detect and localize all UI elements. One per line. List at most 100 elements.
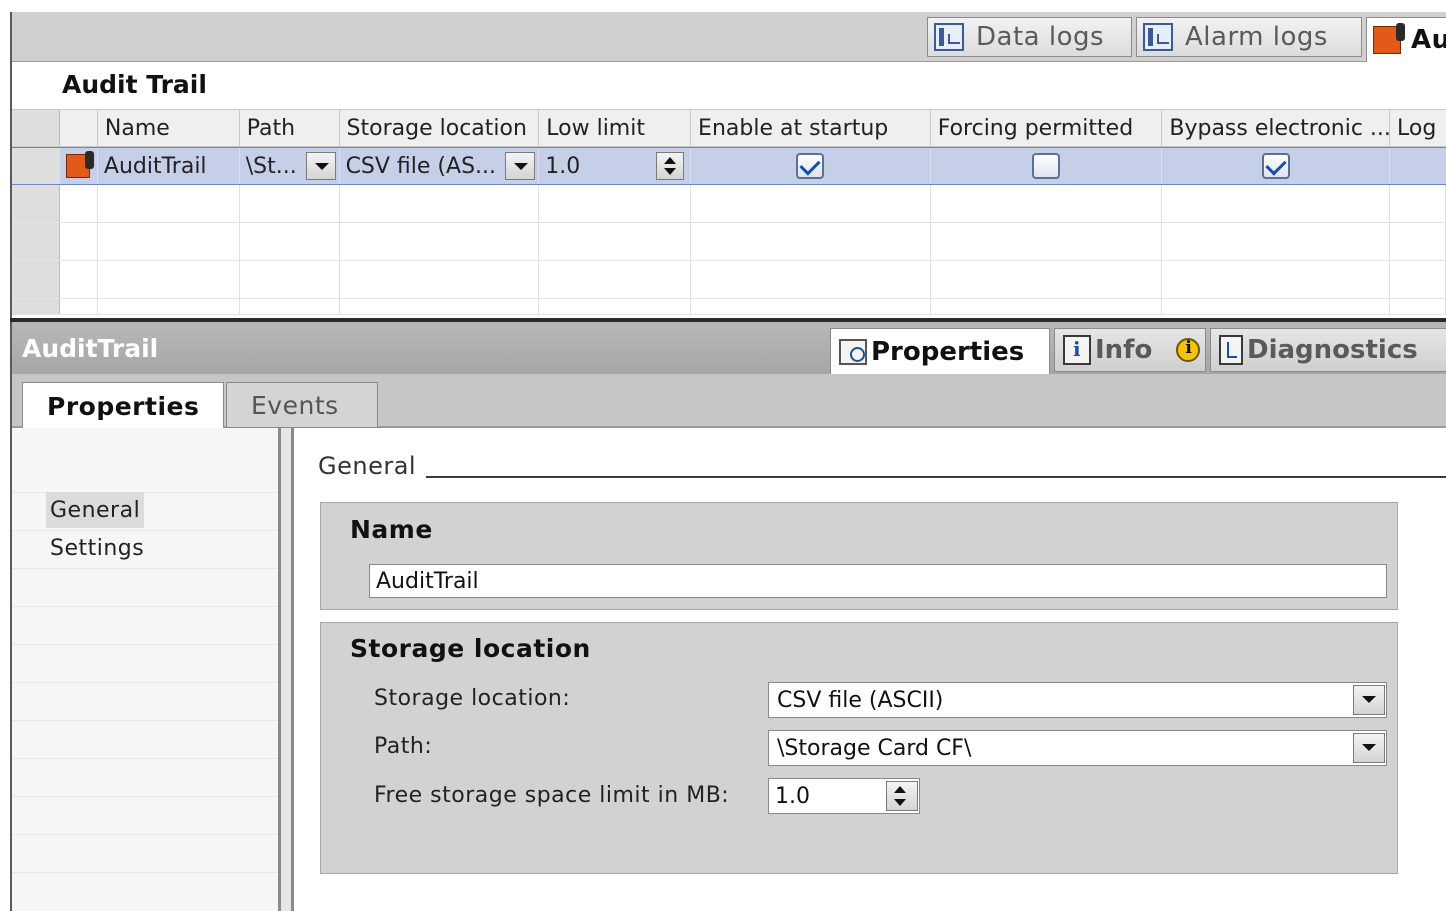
inspector-subtab-bar: Properties Events xyxy=(12,374,1446,430)
column-header-log[interactable]: Log xyxy=(1390,110,1446,146)
enable-at-startup-checkbox[interactable] xyxy=(796,153,825,179)
cell-bypass-electronic xyxy=(1162,148,1391,184)
tab-inspector-properties-label: Properties xyxy=(871,336,1025,367)
cell-forcing-permitted xyxy=(931,148,1163,184)
empty-cell xyxy=(60,299,98,314)
table-row-empty[interactable] xyxy=(12,185,1446,223)
nav-divider xyxy=(12,720,278,721)
empty-cell xyxy=(931,185,1163,222)
cell-name[interactable]: AuditTrail xyxy=(98,148,240,184)
empty-cell xyxy=(340,299,540,314)
row-header-corner[interactable] xyxy=(12,110,60,146)
table-row-empty[interactable] xyxy=(12,299,1446,315)
alarm-log-icon xyxy=(1143,23,1173,51)
cell-low-limit[interactable]: 1.0 xyxy=(539,148,692,184)
path-dropdown-button[interactable] xyxy=(305,152,336,180)
empty-cell xyxy=(1162,185,1391,222)
tab-inspector-diagnostics-label: Diagnostics xyxy=(1247,335,1418,365)
empty-cell xyxy=(1162,223,1391,260)
empty-cell xyxy=(539,223,692,260)
cell-path[interactable]: \St... xyxy=(240,148,340,184)
audit-trail-icon xyxy=(1373,23,1405,54)
free-space-stepper[interactable]: 1.0 xyxy=(768,778,920,814)
cell-storage-location-value: CSV file (AS... xyxy=(345,153,497,179)
empty-cell xyxy=(931,261,1163,298)
empty-cell xyxy=(240,185,340,222)
empty-cell xyxy=(240,223,340,260)
nav-divider xyxy=(12,796,278,797)
properties-icon xyxy=(839,338,867,365)
cell-log[interactable] xyxy=(1390,148,1446,184)
nav-splitter[interactable] xyxy=(278,428,294,911)
tab-audit-trail-label: Au xyxy=(1411,25,1446,55)
column-header-enable-at-startup[interactable]: Enable at startup xyxy=(691,110,931,146)
table-row[interactable]: AuditTrail \St... CSV file (AS... 1.0 xyxy=(12,147,1446,185)
cell-path-value: \St... xyxy=(245,153,297,179)
tab-inspector-info[interactable]: Info xyxy=(1054,328,1206,372)
empty-cell xyxy=(931,223,1163,260)
column-header-name[interactable]: Name xyxy=(98,110,240,146)
audit-trail-icon xyxy=(65,151,94,178)
empty-cell xyxy=(1390,185,1446,222)
cell-storage-location[interactable]: CSV file (AS... xyxy=(340,148,540,184)
subtab-properties[interactable]: Properties xyxy=(22,382,224,430)
name-field[interactable]: AuditTrail xyxy=(369,564,1387,598)
tab-data-logs[interactable]: Data logs xyxy=(927,17,1132,57)
name-group-title: Name xyxy=(350,515,433,544)
row-header[interactable] xyxy=(12,148,60,184)
path-select[interactable]: \Storage Card CF\ xyxy=(768,730,1387,766)
nav-divider xyxy=(12,758,278,759)
property-nav: General Settings xyxy=(12,428,278,911)
row-icon-cell xyxy=(60,148,98,184)
empty-cell xyxy=(931,299,1163,314)
table-row-empty[interactable] xyxy=(12,261,1446,299)
row-header[interactable] xyxy=(12,223,60,260)
column-header-path[interactable]: Path xyxy=(240,110,340,146)
empty-cell xyxy=(98,299,240,314)
storage-location-select[interactable]: CSV file (ASCII) xyxy=(768,682,1387,718)
column-header-storage-location[interactable]: Storage location xyxy=(340,110,540,146)
row-header[interactable] xyxy=(12,185,60,222)
nav-divider xyxy=(12,568,278,569)
stepper-arrows-icon[interactable] xyxy=(886,781,918,811)
inspector-window: AuditTrail Properties Info Diagnostics P… xyxy=(10,322,1446,911)
low-limit-spinner[interactable] xyxy=(656,152,685,180)
nav-divider xyxy=(12,872,278,873)
audit-trail-editor: Data logs Alarm logs Au Audit Trail Name… xyxy=(10,12,1446,318)
section-rule xyxy=(426,476,1446,478)
column-header-low-limit[interactable]: Low limit xyxy=(539,110,692,146)
empty-cell xyxy=(539,299,692,314)
empty-cell xyxy=(691,185,931,222)
storage-location-value: CSV file (ASCII) xyxy=(777,687,944,713)
storage-location-group: Storage location Storage location: CSV f… xyxy=(320,622,1398,874)
empty-cell xyxy=(691,223,931,260)
tab-audit-trail[interactable]: Au xyxy=(1366,17,1446,62)
empty-cell xyxy=(1390,299,1446,314)
column-header-forcing-permitted[interactable]: Forcing permitted xyxy=(931,110,1163,146)
empty-cell xyxy=(340,185,540,222)
tab-inspector-diagnostics[interactable]: Diagnostics xyxy=(1210,328,1446,372)
chevron-down-icon[interactable] xyxy=(1353,685,1385,715)
storage-location-dropdown-button[interactable] xyxy=(505,152,536,180)
tab-alarm-logs[interactable]: Alarm logs xyxy=(1136,17,1362,57)
empty-cell xyxy=(1162,261,1391,298)
nav-item-settings[interactable]: Settings xyxy=(46,530,148,566)
tab-inspector-properties[interactable]: Properties xyxy=(830,328,1050,374)
editor-title: Audit Trail xyxy=(62,70,207,99)
empty-cell xyxy=(539,261,692,298)
nav-divider xyxy=(12,606,278,607)
column-header-bypass-electronic[interactable]: Bypass electronic ... xyxy=(1162,110,1391,146)
forcing-permitted-checkbox[interactable] xyxy=(1032,153,1061,179)
nav-divider xyxy=(12,682,278,683)
audit-trail-table: Name Path Storage location Low limit Ena… xyxy=(12,109,1446,315)
empty-cell xyxy=(240,299,340,314)
chevron-down-icon[interactable] xyxy=(1353,733,1385,763)
storage-location-label: Storage location: xyxy=(374,686,571,711)
bypass-electronic-checkbox[interactable] xyxy=(1261,153,1290,179)
row-header[interactable] xyxy=(12,299,60,314)
table-row-empty[interactable] xyxy=(12,223,1446,261)
empty-cell xyxy=(1390,223,1446,260)
row-header[interactable] xyxy=(12,261,60,298)
subtab-events[interactable]: Events xyxy=(226,382,378,428)
nav-item-general[interactable]: General xyxy=(46,492,145,528)
